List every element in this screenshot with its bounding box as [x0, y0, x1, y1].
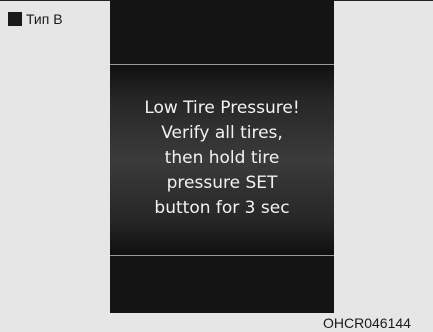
message-line: Verify all tires, [161, 123, 283, 143]
figure-code: OHCR046144 [323, 315, 411, 331]
message-line: then hold tire [164, 148, 280, 168]
type-label: Тип B [8, 11, 63, 27]
message-line: pressure SET [166, 173, 278, 193]
message-band-bottom-edge [110, 255, 334, 256]
type-marker-square [8, 12, 22, 26]
cluster-display: Low Tire Pressure! Verify all tires, the… [110, 0, 334, 313]
type-label-text: Тип B [26, 11, 63, 27]
message-band-top-edge [110, 64, 334, 65]
message-line: button for 3 sec [154, 198, 290, 218]
tire-pressure-warning-message: Low Tire Pressure! Verify all tires, the… [110, 96, 334, 221]
message-line: Low Tire Pressure! [144, 98, 300, 118]
